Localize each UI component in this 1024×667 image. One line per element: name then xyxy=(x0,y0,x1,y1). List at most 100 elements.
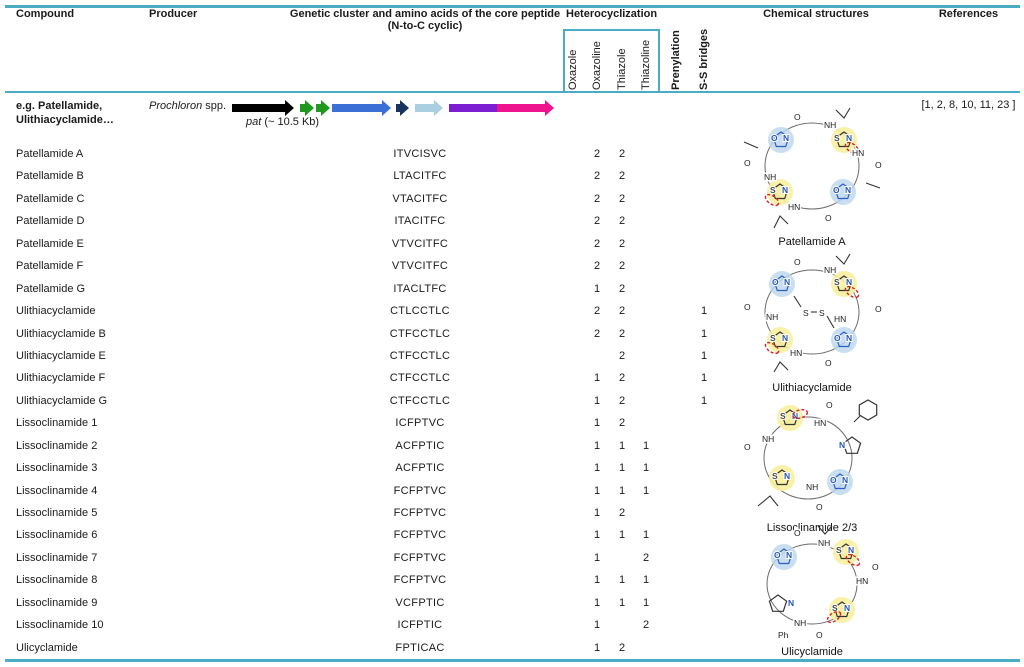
structure-ulithiacyclamide: NO NS NS NO S xyxy=(730,250,894,394)
alkyl-spur xyxy=(866,183,880,188)
structure-patellamide-a: NO NS NS NO ONH OHN HNO xyxy=(730,104,894,248)
prenylation-count xyxy=(667,188,685,210)
oxazoline-highlight: NO xyxy=(830,179,856,205)
thiazoline-count: 1 xyxy=(637,435,655,457)
prenylation-count xyxy=(667,345,685,367)
thiazole-count: 1 xyxy=(613,457,631,479)
genetic-cluster-header-line1: Genetic cluster and amino acids of the c… xyxy=(290,8,560,20)
oxazoline-count: 1 xyxy=(588,278,606,300)
compound-name: Patellamide D xyxy=(16,210,84,232)
thiazole-count: 2 xyxy=(613,210,631,232)
svg-text:NH: NH xyxy=(794,618,806,628)
oxazole-count xyxy=(564,457,582,479)
thiazoline-count xyxy=(637,165,655,187)
thiazole-count: 2 xyxy=(613,143,631,165)
compound-name: Lissoclinamide 4 xyxy=(16,480,97,502)
thiazoline-count: 1 xyxy=(637,592,655,614)
prenylation-count xyxy=(667,480,685,502)
compound-name: Lissoclinamide 9 xyxy=(16,592,97,614)
svg-text:N: N xyxy=(783,133,789,143)
core-peptide-sequence: ACFPTIC xyxy=(340,457,500,479)
svg-text:S: S xyxy=(780,411,786,421)
core-peptide-sequence: CTFCCTLC xyxy=(340,323,500,345)
svg-text:S: S xyxy=(834,277,840,287)
svg-text:S: S xyxy=(836,545,842,555)
oxazole-count xyxy=(564,547,582,569)
thiazole-count: 2 xyxy=(613,165,631,187)
gene-arrow xyxy=(497,100,554,116)
thiazoline-count xyxy=(637,412,655,434)
svg-text:N: N xyxy=(848,545,854,555)
svg-text:O: O xyxy=(816,630,823,640)
svg-text:O: O xyxy=(772,277,779,287)
structure-lissoclinamide-23: NS NS NO N xyxy=(730,394,894,534)
svg-text:S: S xyxy=(819,308,825,318)
core-peptide-sequence: ACFPTIC xyxy=(340,435,500,457)
prenylation-count xyxy=(667,143,685,165)
svg-text:Ph: Ph xyxy=(778,630,789,640)
ss-bridges-count: 1 xyxy=(695,367,713,389)
ss-bridges-count xyxy=(695,592,713,614)
svg-text:S: S xyxy=(803,308,809,318)
oxazole-count xyxy=(564,233,582,255)
svg-text:N: N xyxy=(846,277,852,287)
ss-bridges-count: 1 xyxy=(695,390,713,412)
thiazoline-count xyxy=(637,278,655,300)
col-header-compound: Compound xyxy=(16,8,74,20)
ss-bridges-count xyxy=(695,412,713,434)
svg-text:O: O xyxy=(872,562,879,572)
ss-bridges-count xyxy=(695,457,713,479)
compound-name: Patellamide E xyxy=(16,233,84,255)
col-header-chemical-structures: Chemical structures xyxy=(730,8,902,20)
compound-name: Lissoclinamide 3 xyxy=(16,457,97,479)
ss-bridges-count xyxy=(695,188,713,210)
svg-text:N: N xyxy=(846,333,852,343)
oxazoline-count: 1 xyxy=(588,524,606,546)
oxazoline-count: 1 xyxy=(588,367,606,389)
core-peptide-sequence: FCFPTVC xyxy=(340,547,500,569)
svg-text:HN: HN xyxy=(814,418,826,428)
svg-text:O: O xyxy=(744,158,751,168)
thiazole-count: 2 xyxy=(613,637,631,659)
col-header-references: References xyxy=(915,8,1022,20)
compound-name: Ulithiacyclamide F xyxy=(16,367,105,389)
thiazoline-count xyxy=(637,143,655,165)
compound-name: Patellamide B xyxy=(16,165,84,187)
oxazoline-count: 1 xyxy=(588,502,606,524)
oxazole-count xyxy=(564,524,582,546)
prenylation-count xyxy=(667,233,685,255)
svg-text:N: N xyxy=(844,603,850,613)
isopropyl-spur xyxy=(836,108,850,118)
oxazole-count xyxy=(564,502,582,524)
ss-bridges-count: 1 xyxy=(695,323,713,345)
thiazoline-count: 1 xyxy=(637,457,655,479)
col-header-prenylation: Prenylation xyxy=(668,28,684,90)
compound-name: Ulicyclamide xyxy=(16,637,78,659)
thiazoline-count xyxy=(637,390,655,412)
oxazole-count xyxy=(564,345,582,367)
svg-text:S: S xyxy=(770,185,776,195)
core-peptide-sequence: FCFPTVC xyxy=(340,480,500,502)
ss-bridges-count: 1 xyxy=(695,300,713,322)
svg-text:O: O xyxy=(794,257,801,267)
compound-name: Patellamide G xyxy=(16,278,85,300)
core-peptide-sequence: FCFPTVC xyxy=(340,569,500,591)
oxazoline-count: 1 xyxy=(588,547,606,569)
svg-text:HN: HN xyxy=(834,314,846,324)
oxazoline-count: 2 xyxy=(588,300,606,322)
thiazoline-count xyxy=(637,637,655,659)
svg-text:O: O xyxy=(834,333,841,343)
group-compound-label: e.g. Patellamide, Ulithiacyclamide… xyxy=(16,99,114,127)
gene-arrow xyxy=(332,100,391,116)
oxazoline-highlight: NO xyxy=(768,127,794,153)
thiazole-count: 2 xyxy=(613,367,631,389)
ss-bridges-count xyxy=(695,255,713,277)
prenylation-count xyxy=(667,165,685,187)
core-peptide-sequence: VTVCITFC xyxy=(340,233,500,255)
thiazoline-count xyxy=(637,210,655,232)
compound-name: Lissoclinamide 8 xyxy=(16,569,97,591)
svg-text:NH: NH xyxy=(818,538,830,548)
phenyl-ring xyxy=(854,400,877,422)
thiazole-count: 2 xyxy=(613,345,631,367)
core-peptide-sequence: CTFCCTLC xyxy=(340,390,500,412)
